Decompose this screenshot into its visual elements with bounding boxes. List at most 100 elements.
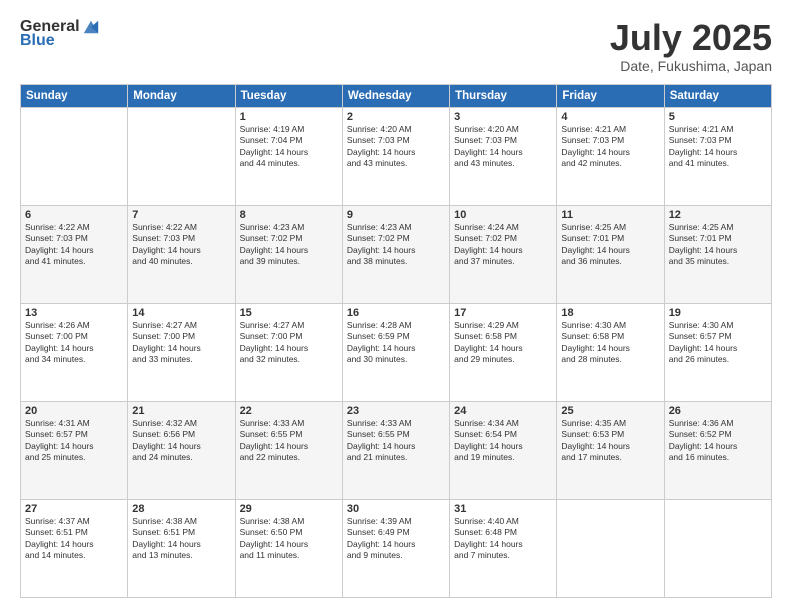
day-number: 20 bbox=[25, 405, 123, 417]
day-number: 24 bbox=[454, 405, 552, 417]
table-row: 7Sunrise: 4:22 AM Sunset: 7:03 PM Daylig… bbox=[128, 205, 235, 303]
day-number: 4 bbox=[561, 111, 659, 123]
day-number: 19 bbox=[669, 307, 767, 319]
table-row: 9Sunrise: 4:23 AM Sunset: 7:02 PM Daylig… bbox=[342, 205, 449, 303]
header-tuesday: Tuesday bbox=[235, 84, 342, 107]
day-info: Sunrise: 4:36 AM Sunset: 6:52 PM Dayligh… bbox=[669, 418, 767, 464]
day-info: Sunrise: 4:20 AM Sunset: 7:03 PM Dayligh… bbox=[454, 124, 552, 170]
table-row: 20Sunrise: 4:31 AM Sunset: 6:57 PM Dayli… bbox=[21, 401, 128, 499]
calendar-table: Sunday Monday Tuesday Wednesday Thursday… bbox=[20, 84, 772, 598]
day-info: Sunrise: 4:21 AM Sunset: 7:03 PM Dayligh… bbox=[561, 124, 659, 170]
day-info: Sunrise: 4:28 AM Sunset: 6:59 PM Dayligh… bbox=[347, 320, 445, 366]
day-number: 16 bbox=[347, 307, 445, 319]
header-saturday: Saturday bbox=[664, 84, 771, 107]
table-row: 24Sunrise: 4:34 AM Sunset: 6:54 PM Dayli… bbox=[450, 401, 557, 499]
day-info: Sunrise: 4:29 AM Sunset: 6:58 PM Dayligh… bbox=[454, 320, 552, 366]
table-row: 29Sunrise: 4:38 AM Sunset: 6:50 PM Dayli… bbox=[235, 499, 342, 597]
table-row: 2Sunrise: 4:20 AM Sunset: 7:03 PM Daylig… bbox=[342, 107, 449, 205]
day-number: 29 bbox=[240, 503, 338, 515]
header-thursday: Thursday bbox=[450, 84, 557, 107]
logo: General Blue bbox=[20, 18, 100, 50]
table-row: 13Sunrise: 4:26 AM Sunset: 7:00 PM Dayli… bbox=[21, 303, 128, 401]
table-row: 12Sunrise: 4:25 AM Sunset: 7:01 PM Dayli… bbox=[664, 205, 771, 303]
day-info: Sunrise: 4:23 AM Sunset: 7:02 PM Dayligh… bbox=[347, 222, 445, 268]
logo-blue: Blue bbox=[20, 32, 55, 50]
table-row: 18Sunrise: 4:30 AM Sunset: 6:58 PM Dayli… bbox=[557, 303, 664, 401]
table-row: 5Sunrise: 4:21 AM Sunset: 7:03 PM Daylig… bbox=[664, 107, 771, 205]
weekday-header-row: Sunday Monday Tuesday Wednesday Thursday… bbox=[21, 84, 772, 107]
day-info: Sunrise: 4:34 AM Sunset: 6:54 PM Dayligh… bbox=[454, 418, 552, 464]
day-info: Sunrise: 4:25 AM Sunset: 7:01 PM Dayligh… bbox=[669, 222, 767, 268]
day-number: 23 bbox=[347, 405, 445, 417]
day-number: 7 bbox=[132, 209, 230, 221]
table-row: 22Sunrise: 4:33 AM Sunset: 6:55 PM Dayli… bbox=[235, 401, 342, 499]
day-info: Sunrise: 4:27 AM Sunset: 7:00 PM Dayligh… bbox=[240, 320, 338, 366]
title-block: July 2025 Date, Fukushima, Japan bbox=[610, 18, 772, 74]
day-number: 12 bbox=[669, 209, 767, 221]
day-info: Sunrise: 4:35 AM Sunset: 6:53 PM Dayligh… bbox=[561, 418, 659, 464]
day-info: Sunrise: 4:30 AM Sunset: 6:58 PM Dayligh… bbox=[561, 320, 659, 366]
day-number: 26 bbox=[669, 405, 767, 417]
logo-icon bbox=[82, 18, 100, 36]
day-number: 13 bbox=[25, 307, 123, 319]
table-row bbox=[21, 107, 128, 205]
table-row bbox=[128, 107, 235, 205]
day-number: 3 bbox=[454, 111, 552, 123]
day-info: Sunrise: 4:30 AM Sunset: 6:57 PM Dayligh… bbox=[669, 320, 767, 366]
table-row: 8Sunrise: 4:23 AM Sunset: 7:02 PM Daylig… bbox=[235, 205, 342, 303]
table-row: 31Sunrise: 4:40 AM Sunset: 6:48 PM Dayli… bbox=[450, 499, 557, 597]
day-info: Sunrise: 4:21 AM Sunset: 7:03 PM Dayligh… bbox=[669, 124, 767, 170]
day-number: 14 bbox=[132, 307, 230, 319]
day-info: Sunrise: 4:33 AM Sunset: 6:55 PM Dayligh… bbox=[347, 418, 445, 464]
day-info: Sunrise: 4:25 AM Sunset: 7:01 PM Dayligh… bbox=[561, 222, 659, 268]
day-number: 9 bbox=[347, 209, 445, 221]
table-row: 4Sunrise: 4:21 AM Sunset: 7:03 PM Daylig… bbox=[557, 107, 664, 205]
table-row: 16Sunrise: 4:28 AM Sunset: 6:59 PM Dayli… bbox=[342, 303, 449, 401]
month-title: July 2025 bbox=[610, 18, 772, 58]
table-row: 23Sunrise: 4:33 AM Sunset: 6:55 PM Dayli… bbox=[342, 401, 449, 499]
table-row: 27Sunrise: 4:37 AM Sunset: 6:51 PM Dayli… bbox=[21, 499, 128, 597]
day-number: 30 bbox=[347, 503, 445, 515]
day-info: Sunrise: 4:23 AM Sunset: 7:02 PM Dayligh… bbox=[240, 222, 338, 268]
header-monday: Monday bbox=[128, 84, 235, 107]
header-friday: Friday bbox=[557, 84, 664, 107]
day-info: Sunrise: 4:27 AM Sunset: 7:00 PM Dayligh… bbox=[132, 320, 230, 366]
day-number: 2 bbox=[347, 111, 445, 123]
day-info: Sunrise: 4:26 AM Sunset: 7:00 PM Dayligh… bbox=[25, 320, 123, 366]
table-row bbox=[557, 499, 664, 597]
day-info: Sunrise: 4:40 AM Sunset: 6:48 PM Dayligh… bbox=[454, 516, 552, 562]
day-info: Sunrise: 4:38 AM Sunset: 6:50 PM Dayligh… bbox=[240, 516, 338, 562]
table-row: 19Sunrise: 4:30 AM Sunset: 6:57 PM Dayli… bbox=[664, 303, 771, 401]
table-row: 6Sunrise: 4:22 AM Sunset: 7:03 PM Daylig… bbox=[21, 205, 128, 303]
table-row: 28Sunrise: 4:38 AM Sunset: 6:51 PM Dayli… bbox=[128, 499, 235, 597]
day-number: 27 bbox=[25, 503, 123, 515]
calendar-week-row: 27Sunrise: 4:37 AM Sunset: 6:51 PM Dayli… bbox=[21, 499, 772, 597]
day-number: 8 bbox=[240, 209, 338, 221]
day-info: Sunrise: 4:22 AM Sunset: 7:03 PM Dayligh… bbox=[25, 222, 123, 268]
table-row: 30Sunrise: 4:39 AM Sunset: 6:49 PM Dayli… bbox=[342, 499, 449, 597]
calendar-week-row: 1Sunrise: 4:19 AM Sunset: 7:04 PM Daylig… bbox=[21, 107, 772, 205]
day-number: 25 bbox=[561, 405, 659, 417]
table-row: 11Sunrise: 4:25 AM Sunset: 7:01 PM Dayli… bbox=[557, 205, 664, 303]
header-sunday: Sunday bbox=[21, 84, 128, 107]
table-row: 3Sunrise: 4:20 AM Sunset: 7:03 PM Daylig… bbox=[450, 107, 557, 205]
table-row: 21Sunrise: 4:32 AM Sunset: 6:56 PM Dayli… bbox=[128, 401, 235, 499]
day-info: Sunrise: 4:31 AM Sunset: 6:57 PM Dayligh… bbox=[25, 418, 123, 464]
day-number: 1 bbox=[240, 111, 338, 123]
location-subtitle: Date, Fukushima, Japan bbox=[610, 58, 772, 74]
day-info: Sunrise: 4:22 AM Sunset: 7:03 PM Dayligh… bbox=[132, 222, 230, 268]
day-number: 15 bbox=[240, 307, 338, 319]
day-info: Sunrise: 4:32 AM Sunset: 6:56 PM Dayligh… bbox=[132, 418, 230, 464]
page: General Blue July 2025 Date, Fukushima, … bbox=[0, 0, 792, 612]
day-number: 21 bbox=[132, 405, 230, 417]
day-number: 6 bbox=[25, 209, 123, 221]
day-number: 18 bbox=[561, 307, 659, 319]
day-number: 22 bbox=[240, 405, 338, 417]
table-row: 15Sunrise: 4:27 AM Sunset: 7:00 PM Dayli… bbox=[235, 303, 342, 401]
table-row: 25Sunrise: 4:35 AM Sunset: 6:53 PM Dayli… bbox=[557, 401, 664, 499]
table-row: 10Sunrise: 4:24 AM Sunset: 7:02 PM Dayli… bbox=[450, 205, 557, 303]
day-number: 5 bbox=[669, 111, 767, 123]
table-row bbox=[664, 499, 771, 597]
table-row: 26Sunrise: 4:36 AM Sunset: 6:52 PM Dayli… bbox=[664, 401, 771, 499]
table-row: 17Sunrise: 4:29 AM Sunset: 6:58 PM Dayli… bbox=[450, 303, 557, 401]
